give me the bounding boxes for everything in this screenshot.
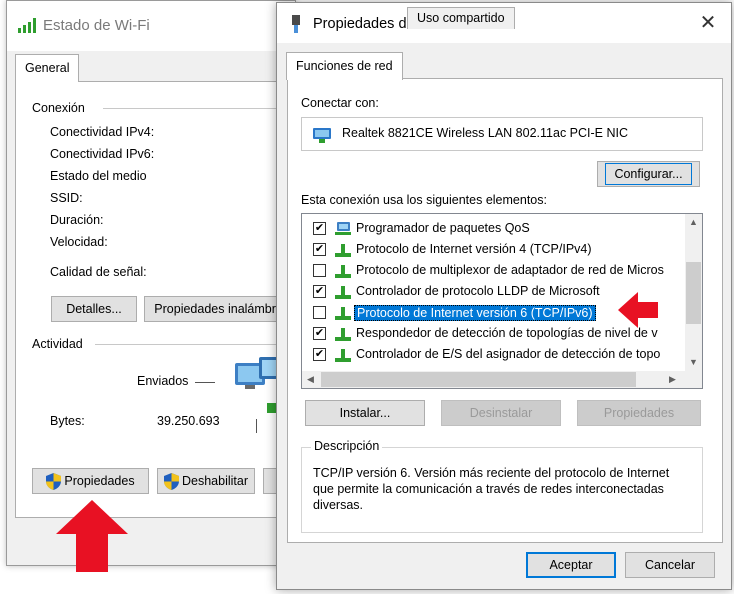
scrollbar-thumb[interactable] <box>686 262 701 324</box>
uninstall-button[interactable]: Desinstalar <box>441 400 561 426</box>
status-window-title: Estado de Wi-Fi <box>43 17 150 34</box>
install-button[interactable]: Instalar... <box>305 400 425 426</box>
media-state-label: Estado del medio <box>50 169 147 183</box>
item-checkbox[interactable]: ✔ <box>313 243 326 256</box>
item-label: Protocolo de Internet versión 4 (TCP/IPv… <box>356 242 592 256</box>
scroll-left-icon[interactable]: ◀ <box>302 371 319 388</box>
protocol-icon <box>335 328 351 341</box>
tab-network-functions[interactable]: Funciones de red <box>286 52 403 80</box>
item-label: Programador de paquetes QoS <box>356 221 530 235</box>
item-checkbox[interactable] <box>313 264 326 277</box>
network-adapter-icon <box>292 15 300 33</box>
activity-divider <box>95 344 295 345</box>
activity-separator <box>256 419 257 433</box>
item-label: Controlador de protocolo LLDP de Microso… <box>356 284 600 298</box>
item-checkbox[interactable]: ✔ <box>313 222 326 235</box>
vertical-scrollbar[interactable]: ▲ ▼ <box>685 214 702 371</box>
details-button[interactable]: Detalles... <box>51 296 137 322</box>
scroll-right-icon[interactable]: ▶ <box>664 371 681 388</box>
protocol-icon <box>335 307 351 320</box>
item-label: Controlador de E/S del asignador de dete… <box>356 347 661 361</box>
items-label: Esta conexión usa los siguientes element… <box>301 193 547 207</box>
annotation-arrow-up-icon <box>56 500 128 572</box>
disable-label: Deshabilitar <box>181 474 248 488</box>
wifi-signal-icon <box>18 18 36 33</box>
sent-label: Enviados <box>137 374 189 388</box>
close-icon[interactable]: ✕ <box>697 12 719 34</box>
list-item[interactable]: Protocolo de multiplexor de adaptador de… <box>302 260 682 281</box>
scroll-up-icon[interactable]: ▲ <box>685 214 702 231</box>
protocol-icon <box>335 244 351 257</box>
speed-label: Velocidad: <box>50 235 108 249</box>
activity-group-label: Actividad <box>32 337 89 351</box>
item-checkbox[interactable] <box>313 306 326 319</box>
signal-quality-label: Calidad de señal: <box>50 265 147 279</box>
list-item[interactable]: ✔ Programador de paquetes QoS <box>302 218 682 239</box>
item-properties-button[interactable]: Propiedades <box>577 400 701 426</box>
accept-button[interactable]: Aceptar <box>526 552 616 578</box>
configure-label: Configurar... <box>605 163 692 185</box>
description-label: Descripción <box>311 439 383 453</box>
list-item[interactable]: ✔ Protocolo de Internet versión 4 (TCP/IP… <box>302 239 682 260</box>
connect-with-label: Conectar con: <box>301 96 379 110</box>
wifi-status-window: Estado de Wi-Fi General Conexión Conecti… <box>6 0 315 566</box>
protocol-icon <box>335 349 351 362</box>
duration-label: Duración: <box>50 213 104 227</box>
uac-shield-icon <box>46 472 62 490</box>
item-checkbox[interactable]: ✔ <box>313 327 326 340</box>
item-checkbox[interactable]: ✔ <box>313 285 326 298</box>
connection-divider <box>103 108 303 109</box>
protocol-icon <box>335 286 351 299</box>
connection-group-label: Conexión <box>32 101 91 115</box>
sent-dash <box>195 382 215 383</box>
ssid-label: SSID: <box>50 191 83 205</box>
configure-button[interactable]: Configurar... <box>597 161 700 187</box>
annotation-arrow-left-icon <box>618 292 658 328</box>
qos-scheduler-icon <box>335 222 351 235</box>
status-properties-button[interactable]: Propiedades <box>32 468 149 494</box>
ipv4-label: Conectividad IPv4: <box>50 125 155 139</box>
disable-button[interactable]: Deshabilitar <box>157 468 255 494</box>
adapter-name: Realtek 8821CE Wireless LAN 802.11ac PCI… <box>342 126 628 140</box>
hscrollbar-thumb[interactable] <box>321 372 636 387</box>
network-card-icon <box>313 128 331 143</box>
adapter-box: Realtek 8821CE Wireless LAN 802.11ac PCI… <box>301 117 703 151</box>
item-checkbox[interactable]: ✔ <box>313 348 326 361</box>
tab-general[interactable]: General <box>15 54 80 82</box>
status-properties-label: Propiedades <box>64 474 135 488</box>
tab-sharing[interactable]: Uso compartido <box>407 7 515 29</box>
horizontal-scrollbar[interactable]: ◀ ▶ <box>302 371 687 388</box>
scroll-down-icon[interactable]: ▼ <box>685 354 702 371</box>
status-titlebar[interactable]: Estado de Wi-Fi <box>7 1 295 51</box>
scroll-corner <box>685 371 702 388</box>
bytes-label: Bytes: <box>50 414 85 428</box>
item-label: Protocolo de multiplexor de adaptador de… <box>356 263 664 277</box>
uac-shield-icon <box>163 472 179 490</box>
wifi-properties-dialog: Propiedades de Wi-Fi ✕ Funciones de red … <box>276 2 732 590</box>
wireless-properties-button[interactable]: Propiedades inalámbri <box>144 296 289 322</box>
list-item[interactable]: ✔ Controlador de E/S del asignador de det… <box>302 344 682 365</box>
cancel-button[interactable]: Cancelar <box>625 552 715 578</box>
protocol-icon <box>335 265 351 278</box>
item-label: Protocolo de Internet versión 6 (TCP/IPv… <box>354 305 596 321</box>
ipv6-label: Conectividad IPv6: <box>50 147 155 161</box>
item-label: Respondedor de detección de topologías d… <box>356 326 658 340</box>
description-text: TCP/IP versión 6. Versión más reciente d… <box>313 466 670 512</box>
bytes-sent-value: 39.250.693 <box>157 414 220 428</box>
